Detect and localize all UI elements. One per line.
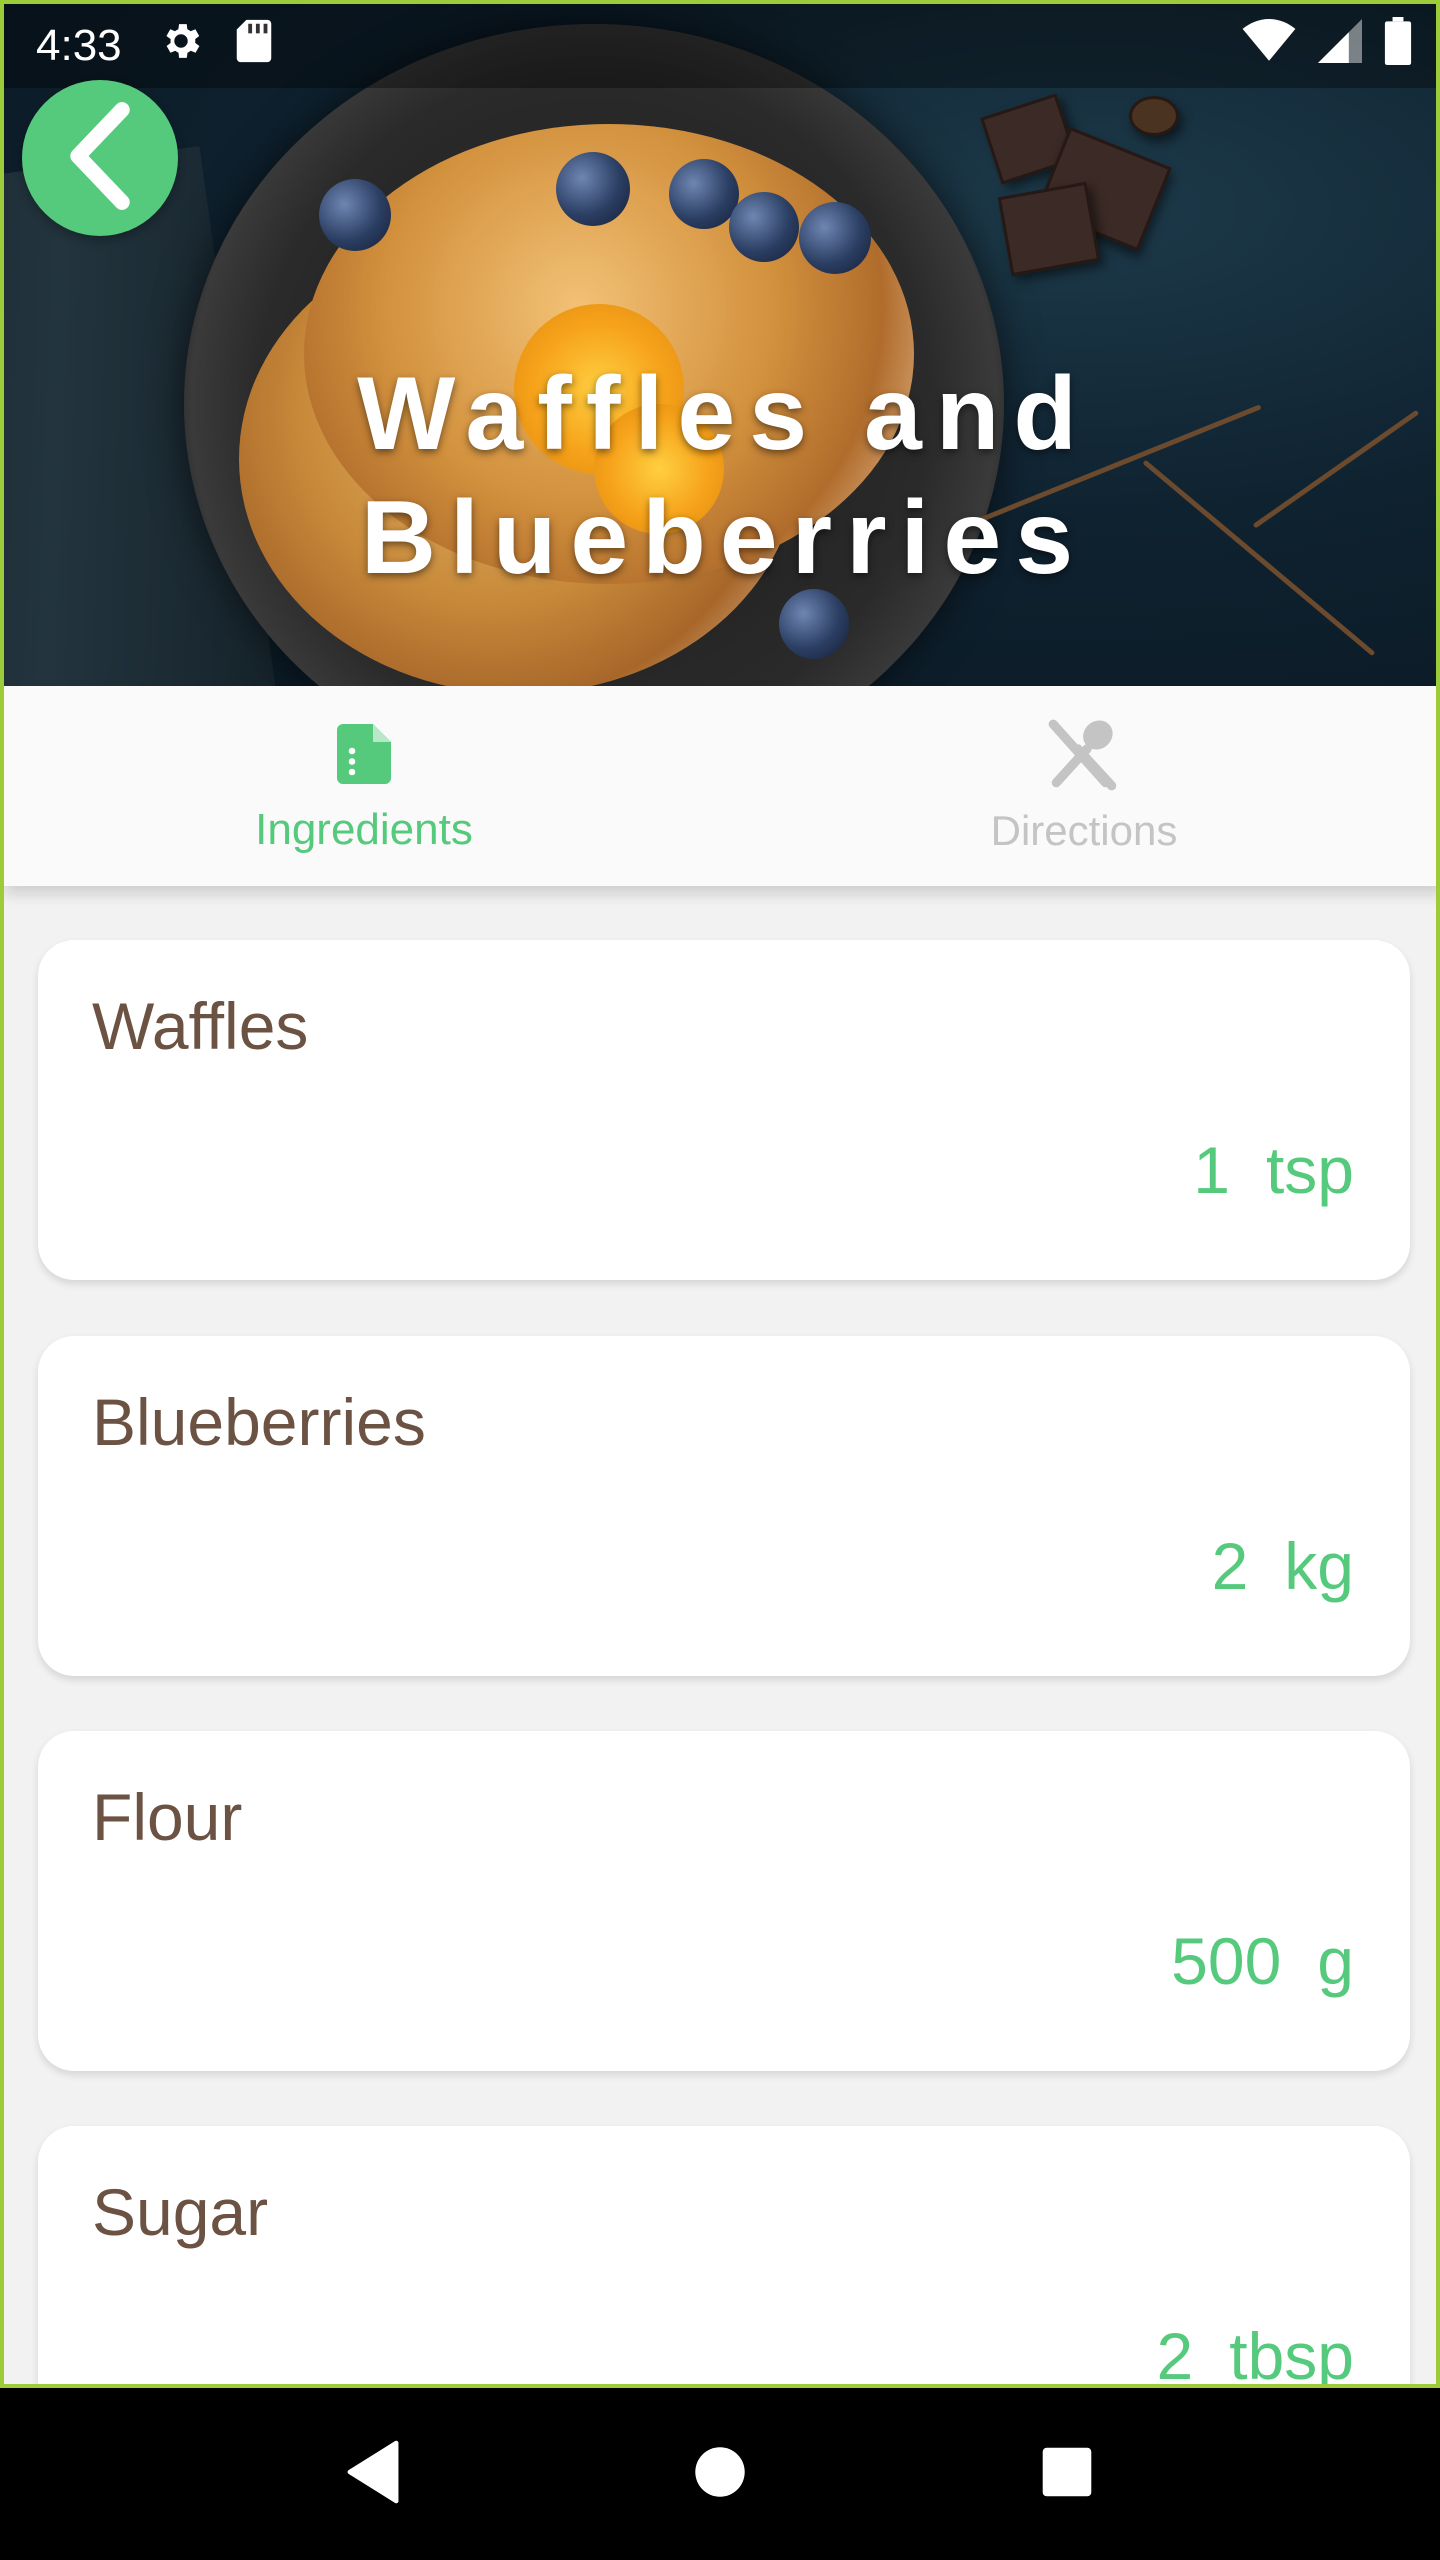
tab-directions-label: Directions	[990, 806, 1178, 854]
tab-directions[interactable]: Directions	[724, 686, 1436, 886]
recipe-title: Waffles and Blueberries	[4, 352, 1436, 600]
triangle-back-icon	[343, 2440, 403, 2509]
document-icon	[328, 718, 400, 795]
settings-gear-icon	[158, 18, 204, 75]
recipe-hero-image: Waffles and Blueberries	[4, 4, 1436, 686]
ingredient-amount: 2	[1211, 1529, 1249, 1603]
blueberry-decoration	[799, 202, 871, 274]
coffee-bean-decoration	[1129, 96, 1179, 136]
tab-ingredients[interactable]: Ingredients	[4, 686, 724, 886]
ingredient-amount: 2	[1156, 2319, 1194, 2388]
ingredient-card[interactable]: Waffles 1 tsp	[38, 940, 1410, 1280]
ingredient-card[interactable]: Blueberries 2 kg	[38, 1336, 1410, 1676]
ingredient-card[interactable]: Flour 500 g	[38, 1731, 1410, 2071]
nav-home-button[interactable]	[675, 2429, 765, 2519]
recipe-tab-bar: Ingredients Directions	[4, 686, 1436, 886]
back-button[interactable]	[22, 80, 178, 236]
ingredient-quantity: 500 g	[1171, 1923, 1354, 1999]
ingredient-name: Sugar	[92, 2175, 269, 2249]
utensils-icon	[1044, 718, 1124, 797]
chocolate-decoration	[997, 181, 1101, 277]
sd-card-icon	[234, 18, 274, 75]
circle-home-icon	[694, 2446, 746, 2503]
blueberry-decoration	[556, 152, 630, 226]
ingredient-amount: 1	[1193, 1133, 1230, 1207]
battery-icon	[1384, 16, 1412, 76]
recipe-title-line2: Blueberries	[360, 480, 1088, 596]
ingredient-card[interactable]: Sugar 2 tbsp	[38, 2126, 1410, 2388]
ingredient-unit: tbsp	[1229, 2319, 1354, 2388]
blueberry-decoration	[669, 159, 739, 229]
system-navigation-bar	[0, 2388, 1440, 2560]
recipe-detail-screen: Waffles and Blueberries 4:33 Ingredients…	[0, 0, 1440, 2388]
tab-ingredients-label: Ingredients	[255, 804, 473, 854]
wifi-icon	[1242, 18, 1296, 74]
cell-signal-icon	[1318, 18, 1362, 74]
nav-back-button[interactable]	[328, 2429, 418, 2519]
status-time: 4:33	[36, 21, 122, 70]
ingredient-unit: g	[1317, 1924, 1354, 1998]
ingredient-name: Blueberries	[92, 1385, 426, 1459]
nav-recents-button[interactable]	[1022, 2429, 1112, 2519]
ingredient-quantity: 1 tsp	[1193, 1132, 1354, 1208]
chevron-left-icon	[55, 101, 145, 216]
recipe-title-line1: Waffles and	[357, 356, 1091, 472]
ingredient-name: Flour	[92, 1780, 243, 1854]
ingredient-amount: 500	[1171, 1924, 1282, 1998]
square-recents-icon	[1040, 2445, 1094, 2504]
blueberry-decoration	[319, 179, 391, 251]
ingredient-unit: kg	[1284, 1529, 1354, 1603]
status-bar: 4:33	[4, 4, 1436, 88]
ingredient-name: Waffles	[92, 989, 309, 1063]
ingredient-quantity: 2 kg	[1212, 1528, 1354, 1604]
ingredient-unit: tsp	[1265, 1133, 1354, 1207]
blueberry-decoration	[729, 192, 799, 262]
ingredient-quantity: 2 tbsp	[1156, 2318, 1354, 2388]
